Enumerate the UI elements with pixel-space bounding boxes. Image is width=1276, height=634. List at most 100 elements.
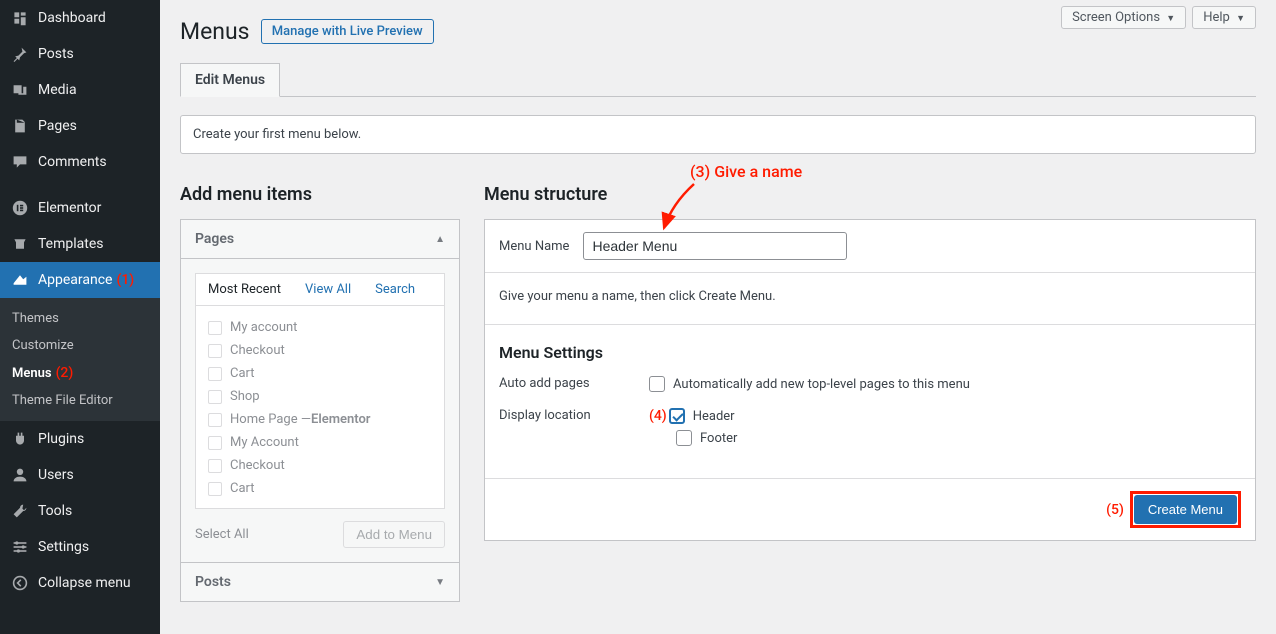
page-checkbox[interactable] [208,436,222,450]
page-checkbox[interactable] [208,413,222,427]
submenu-themes[interactable]: Themes [0,305,160,332]
annotation-3: (3) Give a name [690,162,802,181]
sidebar-item-tools[interactable]: Tools [0,493,160,529]
sidebar-item-label: Tools [38,503,72,519]
page-checkbox[interactable] [208,482,222,496]
pages-icon [10,116,30,136]
page-item[interactable]: Cart [208,477,432,500]
auto-add-checkbox[interactable] [649,376,665,392]
auto-add-label: Auto add pages [499,376,649,391]
page-checkbox[interactable] [208,344,222,358]
elementor-icon [10,198,30,218]
submenu-theme-file-editor[interactable]: Theme File Editor [0,387,160,414]
sidebar-item-label: Settings [38,539,89,555]
page-item[interactable]: Shop [208,385,432,408]
chevron-up-icon: ▲ [435,234,445,245]
auto-add-option[interactable]: Automatically add new top-level pages to… [649,376,970,392]
page-checkbox[interactable] [208,390,222,404]
page-checkbox[interactable] [208,367,222,381]
tab-most-recent[interactable]: Most Recent [196,274,293,305]
sidebar-item-label: Dashboard [38,10,106,26]
sidebar-item-label: Collapse menu [38,575,131,591]
annotation-5: (5) [1106,502,1124,518]
sidebar-item-label: Media [38,82,77,98]
chevron-down-icon: ▼ [435,577,445,588]
sidebar-item-elementor[interactable]: Elementor [0,190,160,226]
display-footer-checkbox[interactable] [676,430,692,446]
menu-panel: Menu Name Give your menu a name, then cl… [484,219,1256,541]
sidebar-item-dashboard[interactable]: Dashboard [0,0,160,36]
annotation-1: (1) [112,272,134,288]
sidebar-item-settings[interactable]: Settings [0,529,160,565]
sidebar-item-plugins[interactable]: Plugins [0,421,160,457]
help-button[interactable]: Help ▼ [1192,6,1256,29]
dashboard-icon [10,8,30,28]
notice-first-menu: Create your first menu below. [180,115,1256,154]
plugins-icon [10,429,30,449]
pages-list: My account Checkout Cart Shop Home Page … [195,305,445,509]
create-menu-button[interactable]: Create Menu [1134,495,1237,524]
annotation-2: (2) [52,365,74,381]
submenu-customize[interactable]: Customize [0,332,160,359]
sidebar-item-label: Users [38,467,74,483]
pin-icon [10,44,30,64]
accordion-pages: Pages ▲ Most Recent View All Search My a… [180,219,460,563]
accordion-posts-toggle[interactable]: Posts ▼ [181,563,459,601]
chevron-down-icon: ▼ [1236,14,1245,24]
sidebar-item-label: Pages [38,118,77,134]
page-item[interactable]: My account [208,316,432,339]
sidebar-item-label: Templates [38,236,104,252]
annotation-5-highlight: Create Menu [1130,491,1241,528]
add-menu-items-heading: Add menu items [180,184,460,205]
display-header-checkbox[interactable] [669,408,685,424]
sidebar-item-label: Elementor [38,200,101,216]
page-checkbox[interactable] [208,321,222,335]
screen-options-button[interactable]: Screen Options ▼ [1061,6,1186,29]
accordion-pages-toggle[interactable]: Pages ▲ [181,220,459,259]
tools-icon [10,501,30,521]
admin-sidebar: Dashboard Posts Media Pages Comments Ele… [0,0,160,634]
sidebar-collapse[interactable]: Collapse menu [0,565,160,601]
page-item[interactable]: Home Page — Elementor [208,408,432,431]
annotation-4: (4) [649,408,667,424]
sidebar-item-pages[interactable]: Pages [0,108,160,144]
manage-live-preview-button[interactable]: Manage with Live Preview [261,19,434,44]
menu-name-input[interactable] [583,232,847,260]
display-location-label: Display location [499,408,649,423]
page-checkbox[interactable] [208,459,222,473]
main-content: Screen Options ▼ Help ▼ Menus Manage wit… [160,0,1276,634]
sidebar-item-label: Appearance [38,272,112,288]
sidebar-item-label: Comments [38,154,107,170]
add-to-menu-button[interactable]: Add to Menu [343,521,445,548]
menu-name-label: Menu Name [499,239,569,254]
appearance-icon [10,270,30,290]
display-header-option[interactable]: (4) Header [649,408,737,424]
sidebar-item-label: Plugins [38,431,84,447]
submenu-menus[interactable]: Menus(2) [0,359,160,387]
chevron-down-icon: ▼ [1166,14,1175,24]
sidebar-item-comments[interactable]: Comments [0,144,160,180]
page-item[interactable]: My Account [208,431,432,454]
sidebar-item-posts[interactable]: Posts [0,36,160,72]
pages-filter-tabs: Most Recent View All Search [195,273,445,305]
display-footer-option[interactable]: Footer [676,430,737,446]
page-title: Menus [180,9,250,49]
collapse-icon [10,573,30,593]
tab-search[interactable]: Search [363,274,427,305]
tab-view-all[interactable]: View All [293,274,363,305]
templates-icon [10,234,30,254]
page-item[interactable]: Checkout [208,339,432,362]
nav-tabs: Edit Menus [180,63,1256,97]
settings-icon [10,537,30,557]
menu-settings-heading: Menu Settings [499,343,1241,362]
page-item[interactable]: Checkout [208,454,432,477]
sidebar-item-users[interactable]: Users [0,457,160,493]
sidebar-item-templates[interactable]: Templates [0,226,160,262]
users-icon [10,465,30,485]
select-all-link[interactable]: Select All [195,527,249,542]
page-item[interactable]: Cart [208,362,432,385]
sidebar-item-appearance[interactable]: Appearance (1) [0,262,160,298]
accordion-posts: Posts ▼ [180,563,460,602]
tab-edit-menus[interactable]: Edit Menus [180,63,280,97]
sidebar-item-media[interactable]: Media [0,72,160,108]
